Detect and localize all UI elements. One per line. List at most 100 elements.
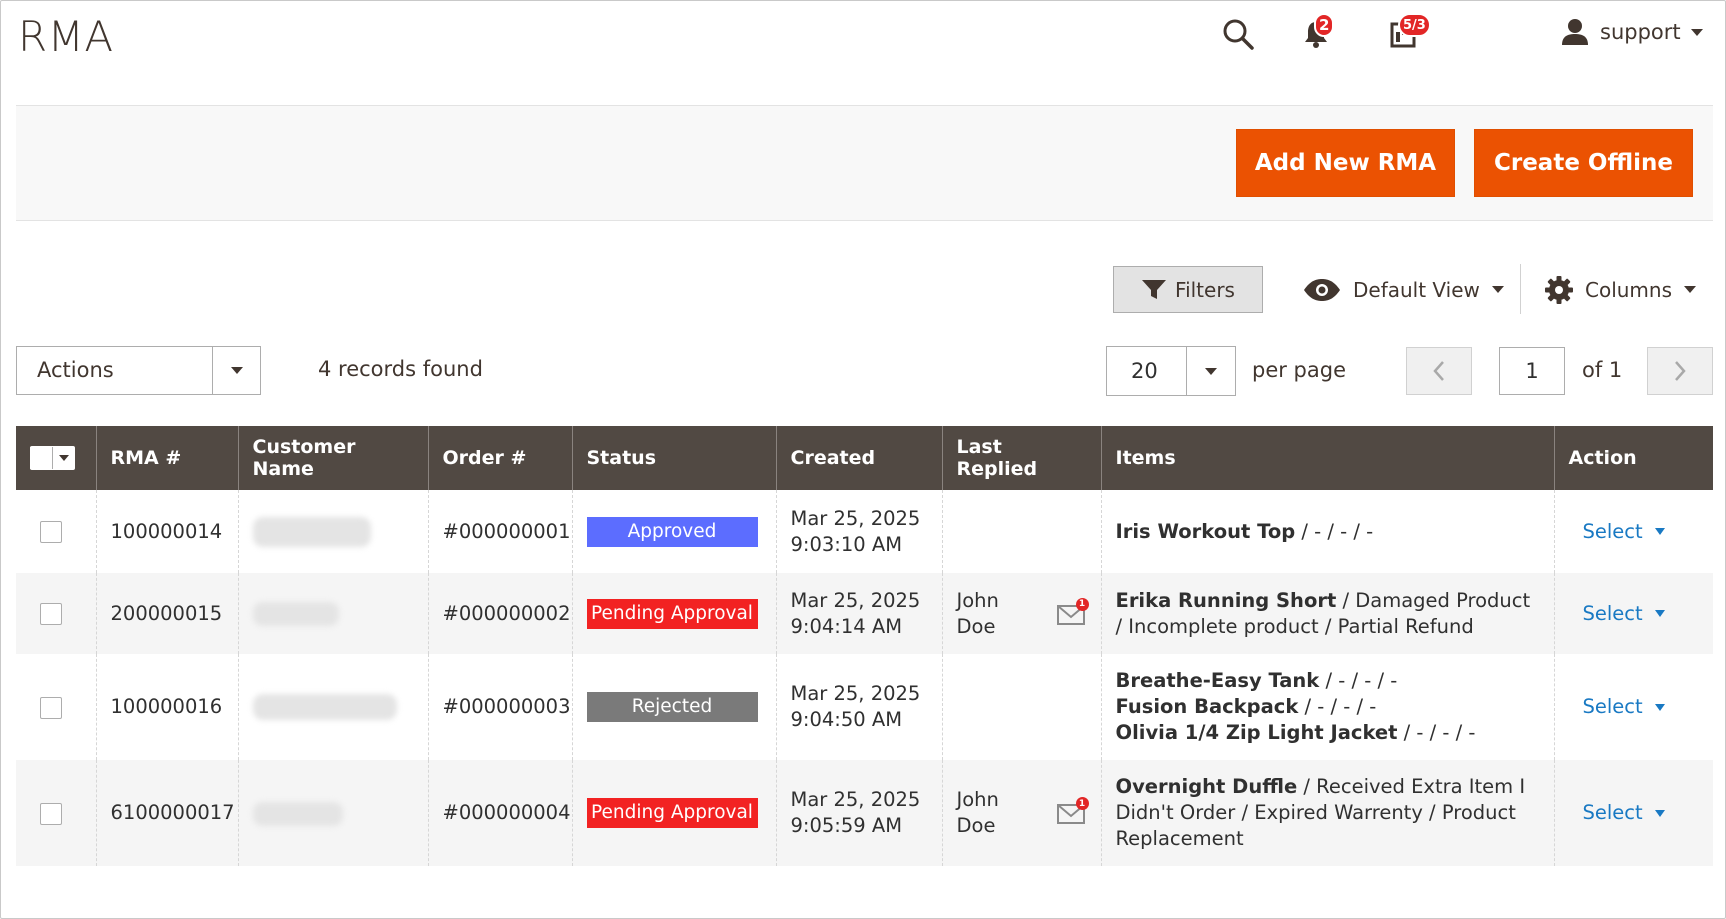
search-icon[interactable] <box>1216 14 1260 54</box>
items-cell: Erika Running Short / Damaged Product / … <box>1101 573 1555 654</box>
last-replied-name: John Doe <box>956 588 999 638</box>
user-name: support <box>1600 20 1681 44</box>
unread-mail-icon[interactable]: 1 <box>1056 597 1089 626</box>
order-number: #000000002 <box>428 573 573 654</box>
chevron-down-icon <box>1654 528 1665 535</box>
order-number: #000000003 <box>428 654 573 760</box>
chevron-down-icon <box>1654 703 1665 711</box>
notifications-badge: 2 <box>1314 13 1335 37</box>
order-number: #000000001 <box>428 490 573 573</box>
mass-select-header[interactable] <box>16 426 97 490</box>
last-replied-name: John Doe <box>956 788 999 837</box>
rma-grid: RMA # Customer Name Order # Status Creat… <box>16 426 1713 866</box>
row-action-select[interactable]: Select <box>1583 694 1665 720</box>
create-offline-button[interactable]: Create Offline <box>1474 129 1693 197</box>
chevron-down-icon <box>1654 809 1665 817</box>
rma-number: 6100000017 <box>96 760 239 866</box>
mass-actions-label: Actions <box>37 358 114 382</box>
item-details: / - / - / - <box>1319 669 1398 692</box>
chevron-down-icon <box>1491 286 1504 293</box>
user-icon <box>1562 19 1588 45</box>
next-page-button[interactable] <box>1647 347 1713 395</box>
view-switcher[interactable]: Default View <box>1303 266 1504 313</box>
mass-actions-dropdown[interactable]: Actions <box>16 346 261 395</box>
item-name: Breathe-Easy Tank <box>1115 669 1320 692</box>
add-new-rma-button[interactable]: Add New RMA <box>1236 129 1455 197</box>
chevron-left-icon <box>1433 361 1444 381</box>
item-name: Overnight Duffle <box>1115 775 1298 798</box>
customer-name-redacted <box>252 801 343 826</box>
status-badge: Approved <box>586 516 758 547</box>
row-action-select[interactable]: Select <box>1583 601 1665 627</box>
total-pages-label: of 1 <box>1582 358 1623 382</box>
page-title: RMA <box>18 12 114 61</box>
table-row: 200000015 #000000002 Pending Approval Ma… <box>16 573 1713 654</box>
chevron-down-icon <box>1684 286 1697 293</box>
notifications-bell-icon[interactable]: 2 <box>1294 13 1338 54</box>
chevron-right-icon <box>1675 361 1686 381</box>
unread-mail-icon[interactable]: 1 <box>1056 797 1089 825</box>
item-details: / - / - / - <box>1295 519 1374 543</box>
item-name: Erika Running Short <box>1115 588 1337 612</box>
table-row: 100000016 #000000003 Rejected Mar 25, 20… <box>16 654 1713 760</box>
rma-number: 100000014 <box>96 490 239 573</box>
chevron-down-icon <box>1186 347 1235 395</box>
filters-label: Filters <box>1175 277 1235 302</box>
grid-header-row: RMA # Customer Name Order # Status Creat… <box>16 426 1713 490</box>
row-action-select[interactable]: Select <box>1583 519 1665 545</box>
row-checkbox[interactable] <box>40 603 62 625</box>
items-cell: Overnight Duffle / Received Extra Item I… <box>1101 760 1555 866</box>
row-action-select[interactable]: Select <box>1583 800 1665 826</box>
column-header-status[interactable]: Status <box>572 426 777 490</box>
column-header-created[interactable]: Created <box>776 426 943 490</box>
mass-select-checkbox[interactable] <box>30 446 75 470</box>
status-badge: Rejected <box>586 692 758 722</box>
item-details: / - / - / - <box>1298 695 1377 718</box>
view-label: Default View <box>1353 277 1480 302</box>
created-date: Mar 25, 2025 9:04:50 AM <box>776 654 943 760</box>
rma-number: 200000015 <box>96 573 239 654</box>
row-checkbox[interactable] <box>40 521 62 543</box>
row-checkbox[interactable] <box>40 802 62 825</box>
toolbar-divider <box>1520 264 1521 314</box>
customer-name-redacted <box>252 602 339 626</box>
item-name: Olivia 1/4 Zip Light Jacket <box>1115 721 1398 744</box>
page-actions-bar <box>16 105 1713 221</box>
last-replied: John Doe 1 <box>942 760 1102 866</box>
current-page-input[interactable] <box>1499 347 1565 395</box>
created-date: Mar 25, 2025 9:03:10 AM <box>776 490 943 573</box>
records-count: 4 records found <box>318 357 483 381</box>
columns-control[interactable]: Columns <box>1545 266 1697 313</box>
per-page-value: 20 <box>1131 359 1158 383</box>
row-checkbox[interactable] <box>40 696 62 719</box>
last-replied <box>942 490 1102 573</box>
table-row: 6100000017 #000000004 Pending Approval M… <box>16 760 1713 866</box>
items-cell: Breathe-Easy Tank / - / - / - Fusion Bac… <box>1101 654 1555 760</box>
created-date: Mar 25, 2025 9:05:59 AM <box>776 760 943 866</box>
per-page-select[interactable]: 20 <box>1106 346 1236 396</box>
item-name: Fusion Backpack <box>1115 695 1299 718</box>
chevron-down-icon <box>212 347 260 394</box>
table-row: 100000014 #000000001 Approved Mar 25, 20… <box>16 490 1713 573</box>
column-header-action: Action <box>1554 426 1713 490</box>
column-header-order[interactable]: Order # <box>428 426 573 490</box>
column-header-last-replied[interactable]: Last Replied <box>942 426 1102 490</box>
rma-number: 100000016 <box>96 654 239 760</box>
item-name: Iris Workout Top <box>1115 519 1296 543</box>
gear-icon <box>1545 275 1573 304</box>
column-header-rma[interactable]: RMA # <box>96 426 239 490</box>
messages-icon[interactable]: 5/3 <box>1382 13 1431 54</box>
column-header-items[interactable]: Items <box>1101 426 1555 490</box>
user-menu[interactable]: support <box>1560 14 1703 50</box>
status-badge: Pending Approval <box>586 798 758 828</box>
item-details: / - / - / - <box>1397 721 1476 744</box>
status-badge: Pending Approval <box>586 598 758 629</box>
filter-icon <box>1142 279 1167 299</box>
previous-page-button[interactable] <box>1406 347 1472 395</box>
column-header-customer-name[interactable]: Customer Name <box>238 426 429 490</box>
customer-name-redacted <box>252 516 371 547</box>
items-cell: Iris Workout Top / - / - / - <box>1101 490 1555 573</box>
chevron-down-icon <box>1654 610 1665 617</box>
created-date: Mar 25, 2025 9:04:14 AM <box>776 573 943 654</box>
filters-button[interactable]: Filters <box>1113 266 1263 313</box>
